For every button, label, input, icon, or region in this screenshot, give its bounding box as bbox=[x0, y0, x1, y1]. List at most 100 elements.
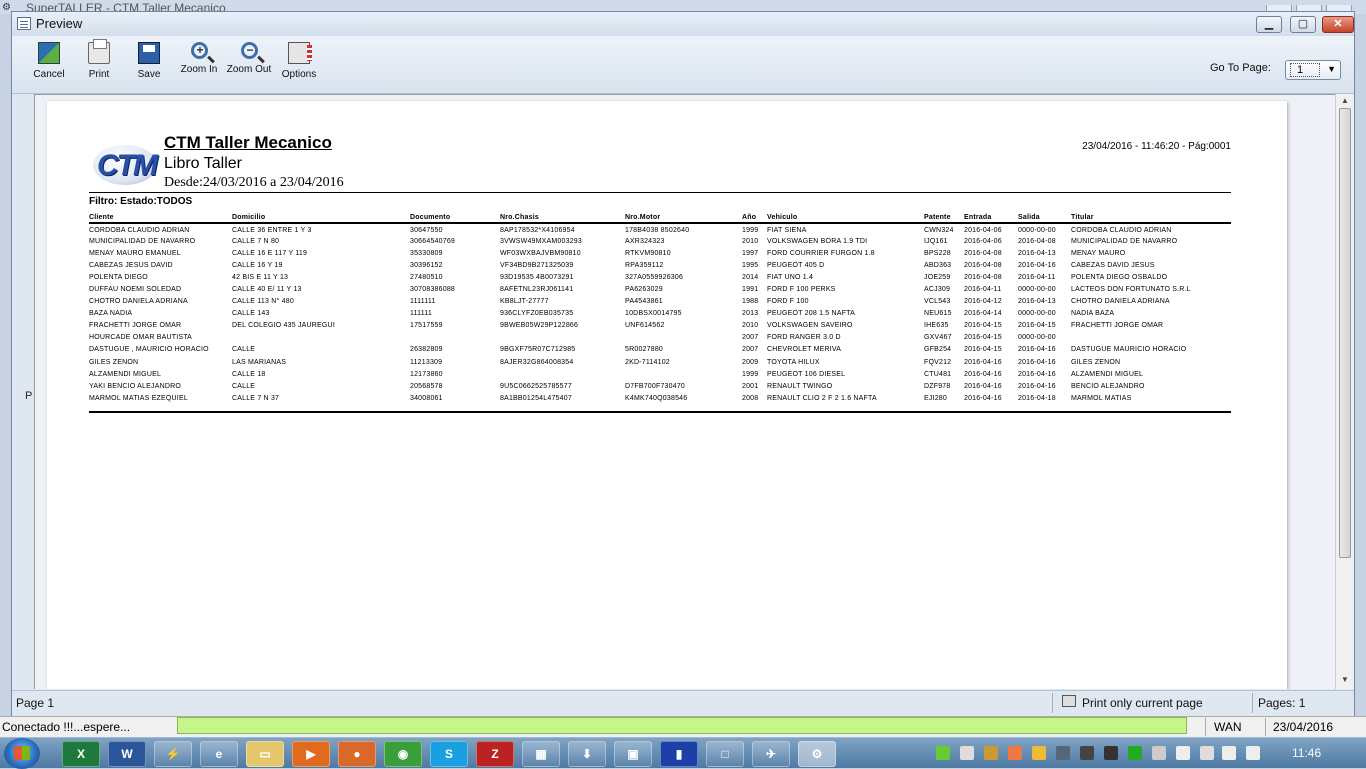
scroll-thumb[interactable] bbox=[1339, 108, 1351, 558]
table-cell: FORD F 100 bbox=[767, 298, 809, 306]
app2-taskbar-icon[interactable]: ⬇ bbox=[568, 741, 606, 767]
status-page: Page 1 bbox=[16, 696, 55, 710]
filezilla-taskbar-icon[interactable]: Z bbox=[476, 741, 514, 767]
table-cell: MUNICIPALIDAD DE NAVARRO bbox=[89, 237, 196, 245]
chevron-down-icon: ▼ bbox=[1327, 64, 1336, 74]
tray-security-icon[interactable] bbox=[1128, 746, 1142, 760]
printer-icon[interactable] bbox=[1062, 695, 1076, 707]
scroll-up-icon[interactable]: ▲ bbox=[1338, 96, 1352, 108]
table-bottom-rule bbox=[89, 411, 1231, 413]
tray-pen-icon[interactable] bbox=[984, 746, 998, 760]
vertical-scrollbar[interactable]: ▲ ▼ bbox=[1335, 94, 1354, 689]
battery-icon[interactable] bbox=[1200, 746, 1214, 760]
table-cell: 30396152 bbox=[410, 261, 443, 269]
scroll-down-icon[interactable]: ▼ bbox=[1338, 675, 1352, 687]
preview-canvas[interactable]: CTM CTM Taller Mecanico Libro Taller Des… bbox=[34, 94, 1335, 689]
excel-taskbar-icon[interactable]: X bbox=[62, 741, 100, 767]
zoom-in-label: Zoom In bbox=[180, 64, 218, 75]
tray-app-icon[interactable] bbox=[1008, 746, 1022, 760]
save-button[interactable]: Save bbox=[124, 42, 174, 80]
supertaller-taskbar-icon[interactable]: ⚙ bbox=[798, 741, 836, 767]
table-cell: 2009 bbox=[742, 358, 759, 366]
table-cell: MARMOL MATIAS bbox=[1071, 394, 1132, 402]
table-cell: POLENTA DIEGO bbox=[89, 273, 148, 281]
app-taskbar-icon[interactable]: ⚡ bbox=[154, 741, 192, 767]
table-cell: CTU481 bbox=[924, 370, 952, 378]
media-player-taskbar-icon[interactable]: ▶ bbox=[292, 741, 330, 767]
minimize-button[interactable]: ▁ bbox=[1256, 16, 1282, 33]
table-cell: ACJ309 bbox=[924, 286, 951, 294]
table-cell: 2016-04-14 bbox=[964, 310, 1002, 318]
table-cell: 27480510 bbox=[410, 273, 443, 281]
preview-window-icon bbox=[17, 17, 31, 30]
zoom-in-button[interactable]: + Zoom In bbox=[174, 42, 224, 75]
tray-network-icon[interactable] bbox=[1152, 746, 1166, 760]
app3-taskbar-icon[interactable]: ▣ bbox=[614, 741, 652, 767]
table-cell: 2016-04-15 bbox=[964, 334, 1002, 342]
word-taskbar-icon[interactable]: W bbox=[108, 741, 146, 767]
table-cell: 2016-04-06 bbox=[964, 237, 1002, 245]
chrome-taskbar-icon[interactable]: ◉ bbox=[384, 741, 422, 767]
volume-icon[interactable] bbox=[1246, 746, 1260, 760]
cancel-label: Cancel bbox=[33, 69, 65, 80]
table-row: BAZA NADIA CALLE 143 111111 936CLYFZ0EB0357… bbox=[89, 308, 1231, 320]
maximize-button[interactable]: ▢ bbox=[1290, 16, 1316, 33]
firefox-taskbar-icon[interactable]: ● bbox=[338, 741, 376, 767]
table-row: MARMOL MATIAS EZEQUIEL CALLE 7 N 37 340080… bbox=[89, 392, 1231, 404]
table-cell: 111111 bbox=[410, 310, 432, 318]
tray-printer-icon[interactable] bbox=[960, 746, 974, 760]
table-cell: DASTUGUE MAURICIO HORACIO bbox=[1071, 346, 1187, 354]
table-cell: JOE259 bbox=[924, 273, 951, 281]
header-rule bbox=[89, 192, 1231, 193]
table-cell: 2016-04-18 bbox=[1018, 394, 1056, 402]
app-date: 23/04/2016 bbox=[1273, 720, 1334, 734]
table-cell: 0000-00-00 bbox=[1018, 286, 1056, 294]
tray-folder-icon[interactable] bbox=[1032, 746, 1046, 760]
ie-taskbar-icon[interactable]: e bbox=[200, 741, 238, 767]
table-cell: CALLE 36 ENTRE 1 Y 3 bbox=[232, 226, 312, 234]
goto-page-select[interactable]: 1 ▼ bbox=[1285, 60, 1341, 80]
flag-icon[interactable] bbox=[1176, 746, 1190, 760]
app4-taskbar-icon[interactable]: ▮ bbox=[660, 741, 698, 767]
table-row: POLENTA DIEGO 42 BIS E 11 Y 13 27480510 93D… bbox=[89, 271, 1231, 283]
tray-check-icon[interactable] bbox=[936, 746, 950, 760]
app5-taskbar-icon[interactable]: ✈ bbox=[752, 741, 790, 767]
save-label: Save bbox=[137, 69, 161, 80]
table-cell: YAKI BENCIO ALEJANDRO bbox=[89, 382, 181, 390]
print-current-page-option[interactable]: Print only current page bbox=[1082, 696, 1203, 710]
table-cell: NADIA BAZA bbox=[1071, 310, 1115, 318]
skype-taskbar-icon[interactable]: S bbox=[430, 741, 468, 767]
left-gutter: P bbox=[12, 94, 34, 690]
table-row: MUNICIPALIDAD DE NAVARRO CALLE 7 N 80 3066… bbox=[89, 235, 1231, 247]
table-cell: FORD COURRIER FURGON 1.8 bbox=[767, 249, 875, 257]
folder-taskbar-icon[interactable]: ▭ bbox=[246, 741, 284, 767]
options-button[interactable]: Options bbox=[274, 42, 324, 80]
report-company: CTM Taller Mecanico bbox=[164, 133, 332, 152]
table-cell: 2016-04-16 bbox=[1018, 261, 1056, 269]
close-button[interactable]: ✕ bbox=[1322, 16, 1354, 33]
table-cell: 2016-04-15 bbox=[1018, 322, 1056, 330]
signal-icon[interactable] bbox=[1222, 746, 1236, 760]
zoom-out-icon: − bbox=[240, 42, 258, 59]
table-cell: WF03WXBAJVBM90810 bbox=[500, 249, 581, 257]
tray-device-icon[interactable] bbox=[1080, 746, 1094, 760]
window-title: Preview bbox=[36, 16, 83, 31]
print-button[interactable]: Print bbox=[74, 39, 124, 80]
table-cell: 9BWEB05W29P122866 bbox=[500, 322, 579, 330]
calculator-taskbar-icon[interactable]: ▦ bbox=[522, 741, 560, 767]
cancel-button[interactable]: Cancel bbox=[24, 42, 74, 80]
connection-message: Conectado !!!...espere... bbox=[2, 720, 131, 734]
taskbar-clock[interactable]: 11:46 bbox=[1292, 746, 1321, 760]
table-cell: CHEVROLET MERIVA bbox=[767, 346, 842, 354]
column-header: Nro.Chasis bbox=[500, 213, 625, 224]
zoom-out-button[interactable]: − Zoom Out bbox=[224, 42, 274, 75]
window-taskbar-icon[interactable]: □ bbox=[706, 741, 744, 767]
table-row: CHOTRO DANIELA ADRIANA CALLE 113 N° 480 11… bbox=[89, 296, 1231, 308]
table-cell bbox=[1071, 332, 1231, 344]
tray-camera-icon[interactable] bbox=[1104, 746, 1118, 760]
zoom-in-icon: + bbox=[190, 42, 208, 59]
tray-display-icon[interactable] bbox=[1056, 746, 1070, 760]
table-cell: 0000-00-00 bbox=[1018, 226, 1056, 234]
column-header: Domicilio bbox=[232, 213, 410, 224]
start-button[interactable] bbox=[4, 738, 40, 769]
